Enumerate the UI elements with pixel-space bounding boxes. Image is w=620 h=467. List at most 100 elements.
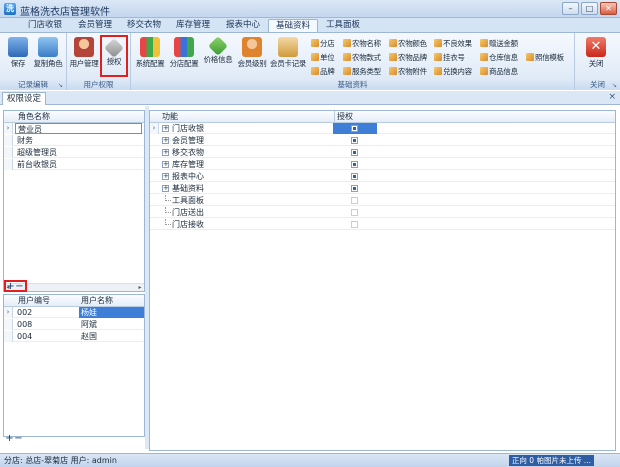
authorize-checkbox[interactable] [351, 161, 358, 168]
scroll-right-icon[interactable]: ▸ [136, 284, 144, 292]
table-row[interactable]: 超级管理员 [4, 147, 144, 158]
exchange-content-icon [434, 67, 442, 75]
tab-tools[interactable]: 工具面板 [318, 19, 368, 32]
column-header-user-id[interactable]: 用户编号 [18, 295, 50, 307]
column-header-function[interactable]: 功能 [162, 111, 178, 123]
function-label: 门店送出 [172, 208, 204, 217]
authorize-checkbox[interactable] [351, 149, 358, 156]
branch-config-button[interactable]: 分店配置 [167, 35, 201, 77]
remove-user-button[interactable]: − [14, 434, 23, 444]
cloth-brand-icon [389, 53, 397, 61]
save-icon [8, 37, 28, 57]
document-tab-permission-settings[interactable]: 权限设定 [2, 92, 47, 105]
authorize-button[interactable]: 授权 [100, 35, 128, 77]
authorize-checkbox[interactable] [351, 221, 358, 228]
price-info-button[interactable]: 价格信息 [201, 35, 235, 77]
small-button-service-type[interactable]: 服务类型 [343, 66, 381, 78]
tab-inventory[interactable]: 库存管理 [168, 19, 218, 32]
expand-icon[interactable]: + [162, 161, 169, 168]
status-bar: 分店: 总店-翠菊店 用户: admin 正向 0 帕图片未上传 ... [0, 453, 620, 467]
tree-row[interactable]: + 库存管理 [150, 159, 615, 170]
member-level-button[interactable]: 会员级别 [235, 35, 269, 77]
tree-row[interactable]: 门店接收 [150, 219, 615, 230]
tab-basic-data[interactable]: 基础资料 [268, 19, 318, 32]
small-button-cloth-color[interactable]: 农物颜色 [389, 38, 427, 50]
role-name-cell[interactable]: 营业员 [15, 123, 142, 134]
small-button-gift-amount[interactable]: 赠送金额 [480, 38, 518, 50]
close-window-button[interactable]: ✕ [600, 2, 617, 15]
table-row[interactable]: › 营业员 [4, 123, 144, 134]
column-header-authorize[interactable]: 授权 [334, 111, 353, 123]
function-label: 门店收银 [172, 124, 204, 133]
expand-icon[interactable]: + [162, 149, 169, 156]
title-bar: 洗 蓝格洗衣店管理软件 – □ ✕ [0, 0, 620, 18]
cloth-color-icon [389, 39, 397, 47]
table-row[interactable]: 前台收银员 [4, 159, 144, 170]
close-document-icon[interactable]: × [608, 92, 616, 102]
key-icon [104, 38, 124, 58]
small-button-cloth-attachment[interactable]: 农物附件 [389, 66, 427, 78]
tree-row[interactable]: + 移交衣物 [150, 147, 615, 158]
small-button-unit[interactable]: 单位 [311, 52, 335, 64]
tree-row[interactable]: + 报表中心 [150, 171, 615, 182]
small-button-sms-template[interactable]: 照信模板 [526, 52, 564, 64]
user-name-cell: 阿斌 [81, 320, 97, 329]
tree-row[interactable]: 门店送出 [150, 207, 615, 218]
minimize-button[interactable]: – [562, 2, 579, 15]
table-row[interactable]: 004 赵国 [4, 331, 144, 342]
function-label: 库存管理 [172, 160, 204, 169]
authorize-checkbox[interactable] [351, 173, 358, 180]
close-module-button[interactable]: ✕ 关闭 [581, 35, 611, 77]
small-button-branch[interactable]: 分店 [311, 38, 335, 50]
small-button-goods-info[interactable]: 商品信息 [480, 66, 518, 78]
member-card-record-button[interactable]: 会员卡记录 [269, 35, 307, 77]
expand-icon[interactable]: + [162, 137, 169, 144]
tab-member-management[interactable]: 会员管理 [70, 19, 120, 32]
user-manage-icon [74, 37, 94, 57]
small-button-defect[interactable]: 不良效果 [434, 38, 472, 50]
column-header-role-name[interactable]: 角色名称 [18, 111, 50, 123]
tab-reports[interactable]: 报表中心 [218, 19, 268, 32]
user-id-cell: 004 [17, 332, 33, 341]
small-button-cloth-name[interactable]: 农物名称 [343, 38, 381, 50]
tab-transfer-clothes[interactable]: 移交衣物 [120, 19, 168, 32]
remove-role-button[interactable]: − [15, 282, 24, 292]
authorize-checkbox[interactable] [351, 197, 358, 204]
save-button[interactable]: 保存 [3, 35, 33, 77]
expand-icon[interactable]: + [162, 185, 169, 192]
small-button-warehouse-info[interactable]: 仓库信息 [480, 52, 518, 64]
system-config-button[interactable]: 系统配置 [133, 35, 167, 77]
small-button-cloth-brand[interactable]: 农物品牌 [389, 52, 427, 64]
dialog-launcher-icon[interactable]: ↘ [612, 82, 619, 89]
ribbon-group-user-permissions: 用户管理 授权 用户权限 [67, 33, 131, 90]
tab-store-checkout[interactable]: 门店收银 [20, 19, 70, 32]
authorize-checkbox[interactable] [351, 209, 358, 216]
tree-row[interactable]: + 基础资料 [150, 183, 615, 194]
table-row[interactable]: 财务 [4, 135, 144, 146]
expand-icon[interactable]: + [162, 125, 169, 132]
authorize-checkbox[interactable] [351, 137, 358, 144]
tree-row[interactable]: › + 门店收银 [150, 123, 615, 134]
small-button-hanger-number[interactable]: 挂衣号 [434, 52, 465, 64]
group-label-user-permissions: 用户权限 [67, 79, 130, 90]
authorize-checkbox[interactable] [351, 125, 358, 132]
status-upload-indicator[interactable]: 正向 0 帕图片未上传 ... [508, 455, 594, 466]
small-button-brand[interactable]: 品牌 [311, 66, 335, 78]
tree-row[interactable]: 工具面板 [150, 195, 615, 206]
table-row[interactable]: 008 阿斌 [4, 319, 144, 330]
group-label-record-edit: 记录编辑 [0, 79, 66, 90]
authorize-checkbox[interactable] [351, 185, 358, 192]
maximize-button[interactable]: □ [581, 2, 598, 15]
add-role-button[interactable]: + [6, 282, 15, 292]
expand-icon[interactable]: + [162, 173, 169, 180]
cloth-attachment-icon [389, 67, 397, 75]
dialog-launcher-icon[interactable]: ↘ [58, 82, 65, 89]
column-header-user-name[interactable]: 用户名称 [81, 295, 113, 307]
copy-role-button[interactable]: 复制角色 [33, 35, 63, 77]
user-manage-button[interactable]: 用户管理 [69, 35, 99, 77]
add-user-button[interactable]: + [5, 434, 14, 444]
tree-row[interactable]: + 会员管理 [150, 135, 615, 146]
small-button-exchange-content[interactable]: 兑换内容 [434, 66, 472, 78]
small-button-cloth-style[interactable]: 农物款式 [343, 52, 381, 64]
table-row[interactable]: › 002 杨娃 [4, 307, 144, 318]
